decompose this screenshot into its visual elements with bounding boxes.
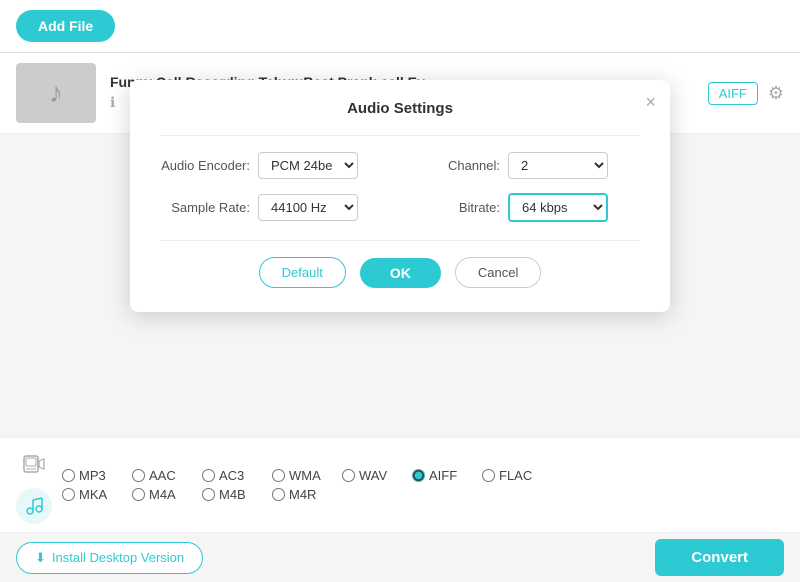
format-m4r[interactable]: M4R xyxy=(272,487,342,502)
bitrate-label: Bitrate: xyxy=(410,200,500,215)
audio-tab-icon[interactable] xyxy=(16,488,52,524)
format-wma[interactable]: WMA xyxy=(272,468,342,483)
audio-settings-dialog: × Audio Settings Audio Encoder: PCM 24be… xyxy=(130,80,670,312)
default-button[interactable]: Default xyxy=(259,257,346,288)
channel-row: Channel: 2 xyxy=(410,152,640,179)
info-icon[interactable]: ℹ xyxy=(110,94,115,111)
dialog-buttons: Default OK Cancel xyxy=(160,257,640,288)
top-bar: Add File xyxy=(0,0,800,53)
format-wav[interactable]: WAV xyxy=(342,468,412,483)
format-grid: MP3 AAC AC3 WMA WAV AIFF FLAC MKA M4A M4… xyxy=(62,468,784,502)
format-m4a[interactable]: M4A xyxy=(132,487,202,502)
ok-button[interactable]: OK xyxy=(360,258,441,288)
sample-rate-row: Sample Rate: 44100 Hz xyxy=(160,193,390,222)
format-selector-bar: MP3 AAC AC3 WMA WAV AIFF FLAC MKA M4A M4… xyxy=(0,437,800,532)
sample-rate-label: Sample Rate: xyxy=(160,200,250,215)
audio-encoder-select[interactable]: PCM 24be xyxy=(258,152,358,179)
sample-rate-select[interactable]: 44100 Hz xyxy=(258,194,358,221)
footer-bar: ⬇ Install Desktop Version Convert xyxy=(0,532,800,582)
music-icon: ♪ xyxy=(49,77,63,109)
format-row-2: MKA M4A M4B M4R xyxy=(62,487,784,502)
file-thumbnail: ♪ xyxy=(16,63,96,123)
dialog-footer-divider xyxy=(160,240,640,241)
audio-encoder-label: Audio Encoder: xyxy=(160,158,250,173)
channel-select[interactable]: 2 xyxy=(508,152,608,179)
bitrate-select[interactable]: 64 kbps xyxy=(508,193,608,222)
tab-icons xyxy=(16,446,52,524)
format-flac[interactable]: FLAC xyxy=(482,468,552,483)
format-aiff[interactable]: AIFF xyxy=(412,468,482,483)
video-tab-icon[interactable] xyxy=(16,446,52,482)
gear-icon[interactable]: ⚙ xyxy=(768,83,784,104)
format-mka[interactable]: MKA xyxy=(62,487,132,502)
add-file-button[interactable]: Add File xyxy=(16,10,115,42)
audio-encoder-row: Audio Encoder: PCM 24be xyxy=(160,152,390,179)
format-badge-button[interactable]: AIFF xyxy=(708,82,758,105)
format-ac3[interactable]: AC3 xyxy=(202,468,272,483)
settings-grid: Audio Encoder: PCM 24be Channel: 2 Sampl… xyxy=(160,152,640,222)
dialog-close-button[interactable]: × xyxy=(645,92,656,113)
install-label: Install Desktop Version xyxy=(52,550,184,565)
dialog-title: Audio Settings xyxy=(160,100,640,117)
format-row-1: MP3 AAC AC3 WMA WAV AIFF FLAC xyxy=(62,468,784,483)
format-mp3[interactable]: MP3 xyxy=(62,468,132,483)
bitrate-row: Bitrate: 64 kbps xyxy=(410,193,640,222)
dialog-top-divider xyxy=(160,135,640,136)
format-m4b[interactable]: M4B xyxy=(202,487,272,502)
convert-button[interactable]: Convert xyxy=(655,539,784,576)
install-button[interactable]: ⬇ Install Desktop Version xyxy=(16,542,203,574)
channel-label: Channel: xyxy=(410,158,500,173)
file-actions: AIFF ⚙ xyxy=(708,82,784,105)
cancel-button[interactable]: Cancel xyxy=(455,257,541,288)
download-icon: ⬇ xyxy=(35,550,46,566)
format-aac[interactable]: AAC xyxy=(132,468,202,483)
